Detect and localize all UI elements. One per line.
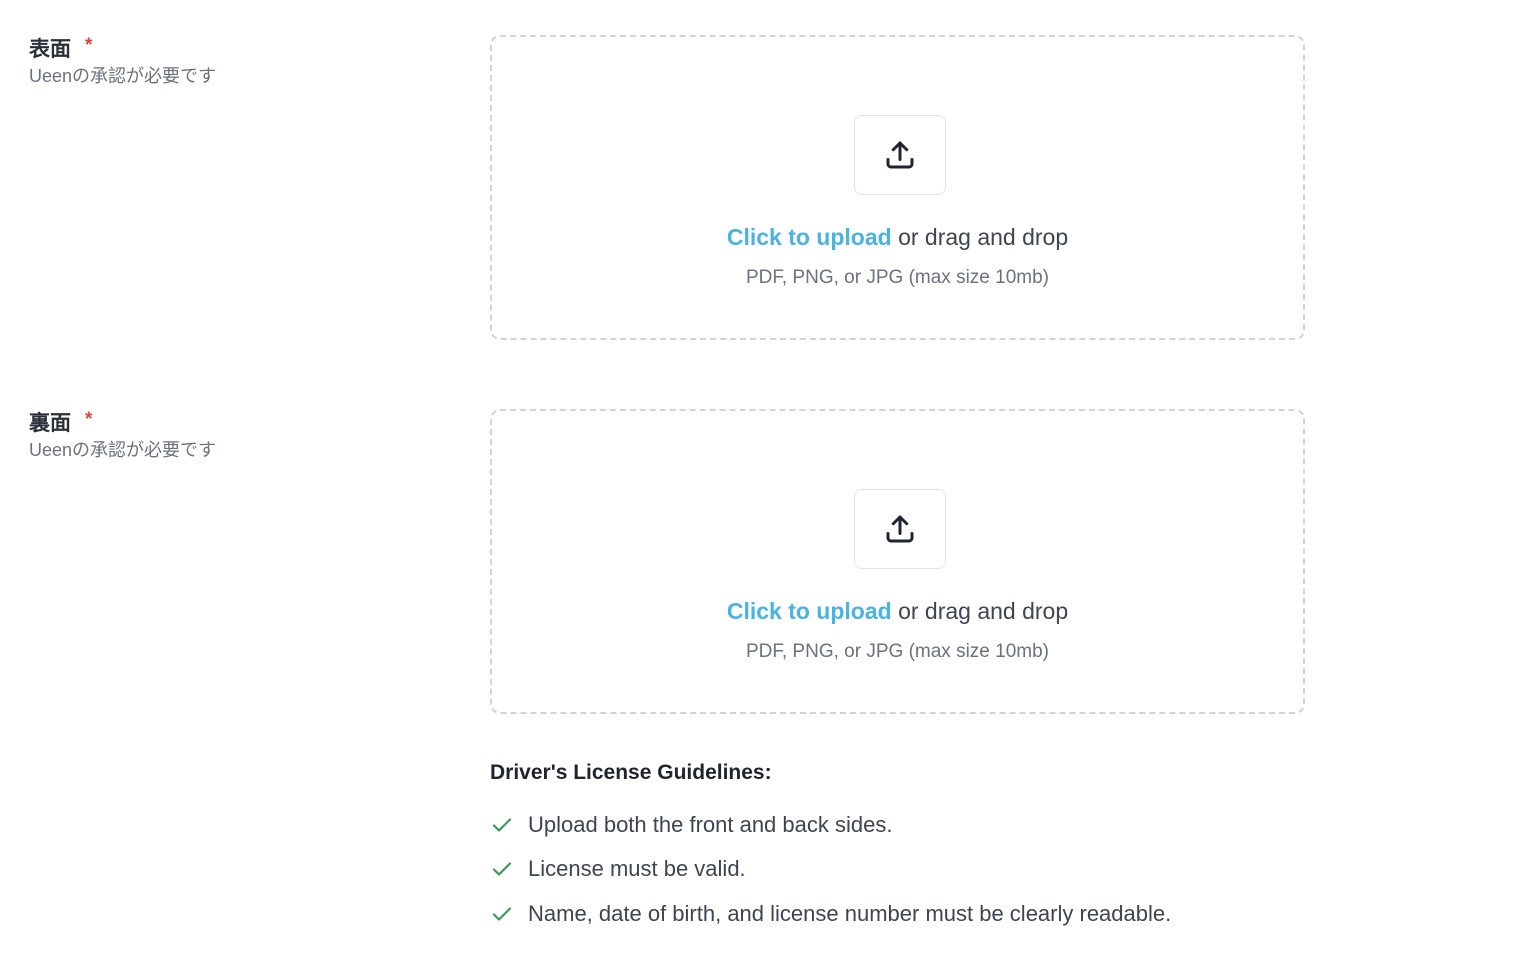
front-drag-drop-text: or drag and drop [891,224,1069,250]
front-upload-formats: PDF, PNG, or JPG (max size 10mb) [745,267,1049,288]
front-side-dropzone[interactable]: Click to upload or drag and drop PDF, PN… [490,35,1305,340]
back-click-to-upload-link[interactable]: Click to upload [727,598,892,624]
check-icon [492,818,512,832]
back-upload-button[interactable] [854,489,946,569]
required-indicator: * [85,35,93,56]
front-side-hint: Ueenの承認が必要です [29,66,217,86]
front-side-title: 表面 * [29,36,429,64]
guideline-item: Name, date of birth, and license number … [490,899,1171,929]
front-upload-button[interactable] [854,115,946,195]
front-upload-instruction: Click to upload or drag and drop [492,222,1303,252]
back-side-title-text: 裏面 [29,412,71,435]
guideline-text: Name, date of birth, and license number … [528,901,1172,926]
front-side-label-group: 表面 * Ueenの承認が必要です [29,36,429,88]
required-indicator: * [85,409,93,430]
back-side-label-group: 裏面 * Ueenの承認が必要です [29,410,429,462]
front-side-title-text: 表面 [29,38,71,61]
front-click-to-upload-link[interactable]: Click to upload [727,224,892,250]
back-drag-drop-text: or drag and drop [891,598,1069,624]
guideline-text: License must be valid. [528,856,746,881]
guidelines-title: Driver's License Guidelines: [490,761,772,784]
check-icon [492,907,512,921]
guideline-text: Upload both the front and back sides. [528,812,893,837]
license-guidelines: Driver's License Guidelines: Upload both… [490,757,1390,926]
back-side-hint: Ueenの承認が必要です [29,440,217,460]
back-upload-formats: PDF, PNG, or JPG (max size 10mb) [745,641,1049,662]
upload-icon [886,141,914,169]
guideline-item: License must be valid. [490,854,746,884]
upload-icon [886,515,914,543]
guideline-item: Upload both the front and back sides. [490,810,892,840]
back-side-title: 裏面 * [29,410,429,438]
back-side-dropzone[interactable]: Click to upload or drag and drop PDF, PN… [490,409,1305,714]
check-icon [492,862,512,876]
back-upload-instruction: Click to upload or drag and drop [492,596,1303,626]
